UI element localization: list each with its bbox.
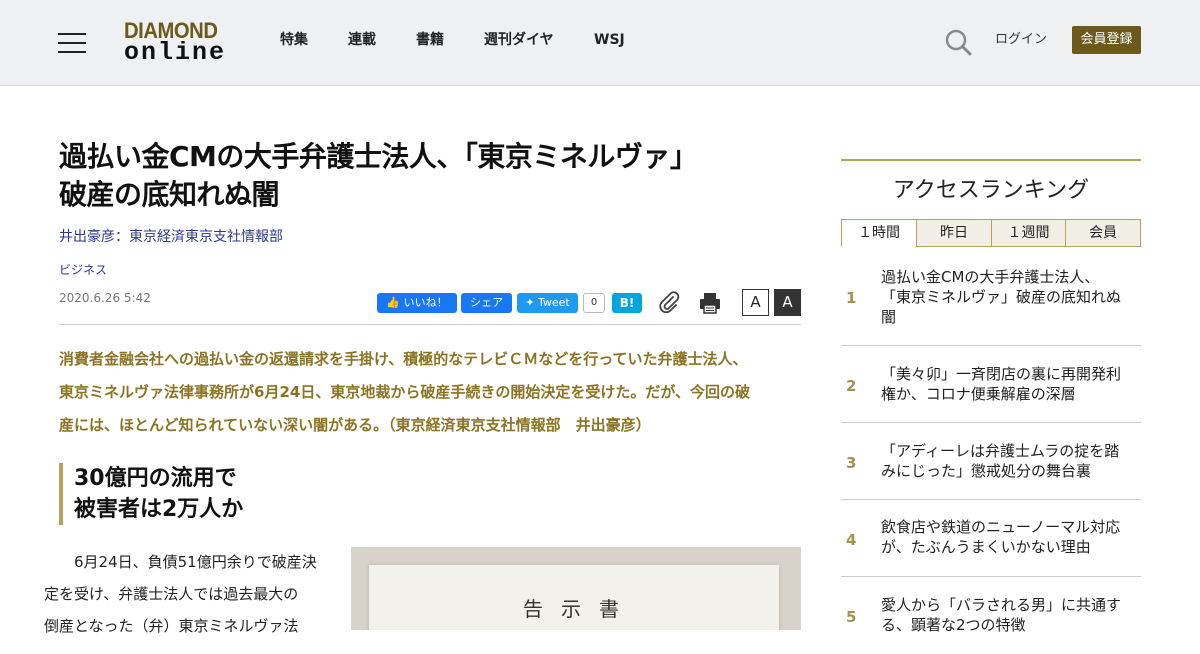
ranking-text: 過払い金CMの大手弁護士法人、 「東京ミネルヴァ」破産の底知れぬ 闇 <box>881 267 1141 327</box>
article-title: 過払い金CMの大手弁護士法人、「東京ミネルヴァ」 破産の底知れぬ闇 <box>59 138 799 214</box>
ranking-text-line: が、たぶんうまくいかない理由 <box>881 538 1091 556</box>
ranking-number: 5 <box>846 608 857 626</box>
tab-yesterday[interactable]: 昨日 <box>916 219 992 247</box>
print-icon[interactable] <box>698 291 722 315</box>
ranking-item[interactable]: 2 「美々卯」一斉閉店の裏に再開発利 権か、コロナ便乗解雇の深層 <box>841 346 1141 423</box>
ranking-text: 飲食店や鉄道のニューノーマル対応 が、たぶんうまくいかない理由 <box>881 517 1141 557</box>
ranking-number: 1 <box>846 289 857 307</box>
register-button[interactable]: 会員登録 <box>1072 26 1141 54</box>
body-line3: 倒産となった（弁）東京ミネルヴァ法 <box>44 617 299 635</box>
ranking-item[interactable]: 4 飲食店や鉄道のニューノーマル対応 が、たぶんうまくいかない理由 <box>841 500 1141 577</box>
article-body: 6月24日、負債51億円余りで破産決 定を受け、弁護士法人では過去最大の 倒産と… <box>44 546 333 642</box>
font-size-small-button[interactable]: A <box>742 289 769 316</box>
font-size-large-button[interactable]: A <box>774 289 801 316</box>
ranking-tabs: １時間 昨日 １週間 会員 <box>841 219 1141 247</box>
notice-title: 告示書 <box>523 597 637 621</box>
ranking-text-line: 権か、コロナ便乗解雇の深層 <box>881 385 1076 403</box>
category-link[interactable]: ビジネス <box>59 262 107 278</box>
ranking-number: 4 <box>846 531 857 549</box>
author-link[interactable]: 井出豪彦：東京経済東京支社情報部 <box>59 228 283 246</box>
ranking-number: 3 <box>846 454 857 472</box>
section-heading: 30億円の流用で 被害者は2万人か <box>59 463 243 525</box>
nav-item-wsj[interactable]: WSJ <box>594 30 625 50</box>
ranking-item[interactable]: 3 「アディーレは弁護士ムラの掟を踏 みにじった」懲戒処分の舞台裏 <box>841 423 1141 500</box>
lead-line2: 東京ミネルヴァ法律事務所が6月24日、東京地裁から破産手続きの開始決定を受けた。… <box>59 383 751 401</box>
ranking-text-line: 「アディーレは弁護士ムラの掟を踏 <box>881 442 1120 460</box>
ranking-text-line: る、顕著な2つの特徴 <box>881 616 1026 634</box>
section-heading-line1: 30億円の流用で <box>74 466 237 491</box>
nav-item-tokushu[interactable]: 特集 <box>280 30 308 50</box>
ranking-text-line: 「美々卯」一斉閉店の裏に再開発利 <box>881 365 1122 383</box>
body-line1: 6月24日、負債51億円余りで破産決 <box>74 553 317 571</box>
site-logo[interactable]: DIAMOND online <box>124 19 228 67</box>
tweet-count: 0 <box>583 293 605 313</box>
menu-icon[interactable] <box>58 31 86 53</box>
ranking-text-line: 愛人から「バラされる男」に共通す <box>881 596 1122 614</box>
ranking-title: アクセスランキング <box>892 178 1090 203</box>
ranking-text-line: みにじった」懲戒処分の舞台裏 <box>881 462 1092 480</box>
ranking-text-line: 飲食店や鉄道のニューノーマル対応 <box>881 518 1121 536</box>
ranking-text: 愛人から「バラされる男」に共通す る、顕著な2つの特徴 <box>881 595 1141 635</box>
facebook-like-label: いいね！ <box>403 296 448 309</box>
nav-item-shoseki[interactable]: 書籍 <box>416 30 444 50</box>
body-line2: 定を受け、弁護士法人では過去最大の <box>44 585 299 603</box>
ranking-item[interactable]: 5 愛人から「バラされる男」に共通す る、顕著な2つの特徴 <box>841 577 1141 654</box>
ranking-item[interactable]: 1 過払い金CMの大手弁護士法人、 「東京ミネルヴァ」破産の底知れぬ 闇 <box>841 247 1141 346</box>
tweet-label: Tweet <box>537 296 570 309</box>
twitter-bird-icon: ✦ <box>525 296 535 309</box>
tab-1-week[interactable]: １週間 <box>991 219 1066 247</box>
article-photo: 告示書 <box>351 547 801 630</box>
article-lead: 消費者金融会社への過払い金の返還請求を手掛け、積極的なテレビＣＭなどを行っていた… <box>59 343 801 442</box>
ranking-text: 「アディーレは弁護士ムラの掟を踏 みにじった」懲戒処分の舞台裏 <box>881 441 1141 481</box>
ranking-text-line: 過払い金CMの大手弁護士法人、 <box>881 268 1100 286</box>
tweet-button[interactable]: ✦ Tweet <box>517 293 578 313</box>
facebook-share-button[interactable]: シェア <box>461 293 512 313</box>
ranking-text: 「美々卯」一斉閉店の裏に再開発利 権か、コロナ便乗解雇の深層 <box>881 364 1141 404</box>
ranking-top-rule <box>841 159 1141 161</box>
tab-1-hour[interactable]: １時間 <box>841 219 917 247</box>
ranking-text-line: 闇 <box>881 308 897 326</box>
site-header: DIAMOND online 特集 連載 書籍 週刊ダイヤ WSJ ログイン 会… <box>0 0 1200 86</box>
hatena-bookmark-button[interactable]: B! <box>612 293 642 313</box>
login-link[interactable]: ログイン <box>995 31 1047 49</box>
nav-item-rensai[interactable]: 連載 <box>348 30 376 50</box>
tab-members[interactable]: 会員 <box>1065 219 1141 247</box>
ranking-number: 2 <box>846 377 857 395</box>
nav-item-weekly[interactable]: 週刊ダイヤ <box>484 30 554 50</box>
article-title-line2: 破産の底知れぬ闇 <box>59 178 280 211</box>
lead-line1: 消費者金融会社への過払い金の返還請求を手掛け、積極的なテレビＣＭなどを行っていた… <box>59 350 748 368</box>
logo-line2: online <box>124 38 227 67</box>
ranking-text-line: 「東京ミネルヴァ」破産の底知れぬ <box>881 288 1122 306</box>
publish-date: 2020.6.26 5:42 <box>59 291 151 305</box>
article-divider <box>59 324 801 325</box>
section-heading-line2: 被害者は2万人か <box>74 497 244 522</box>
lead-line3: 産には、ほとんど知られていない深い闇がある。（東京経済東京支社情報部 井出豪彦） <box>59 416 651 434</box>
facebook-like-button[interactable]: 👍 いいね！ <box>377 293 457 313</box>
thumbs-up-icon: 👍 <box>386 296 401 309</box>
clip-icon[interactable] <box>658 291 680 313</box>
article-title-line1: 過払い金CMの大手弁護士法人、「東京ミネルヴァ」 <box>59 140 698 173</box>
search-icon[interactable] <box>944 28 972 56</box>
